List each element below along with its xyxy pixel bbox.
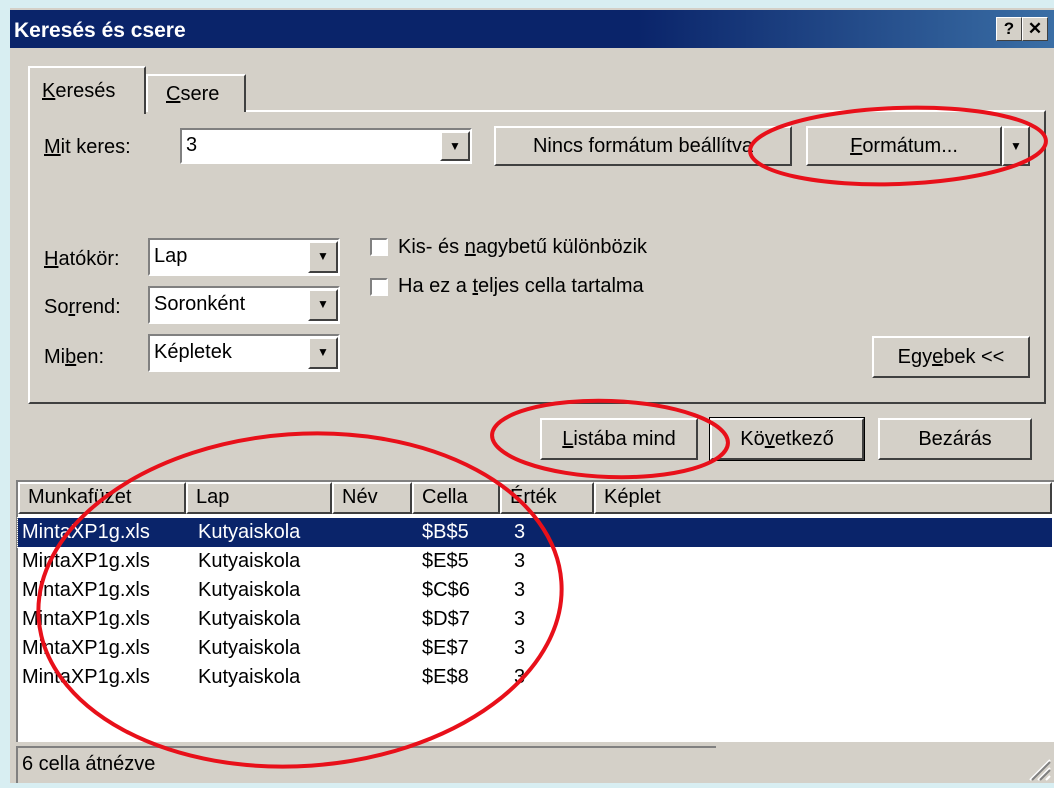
find-all-annotation-ellipse (490, 398, 730, 480)
results-annotation-ellipse (36, 431, 564, 769)
format-annotation-ellipse (748, 105, 1048, 187)
tab-search[interactable]: Keresés (28, 66, 146, 114)
annotation-overlay (36, 105, 1048, 769)
tab-search-label: Keresés (42, 80, 116, 102)
